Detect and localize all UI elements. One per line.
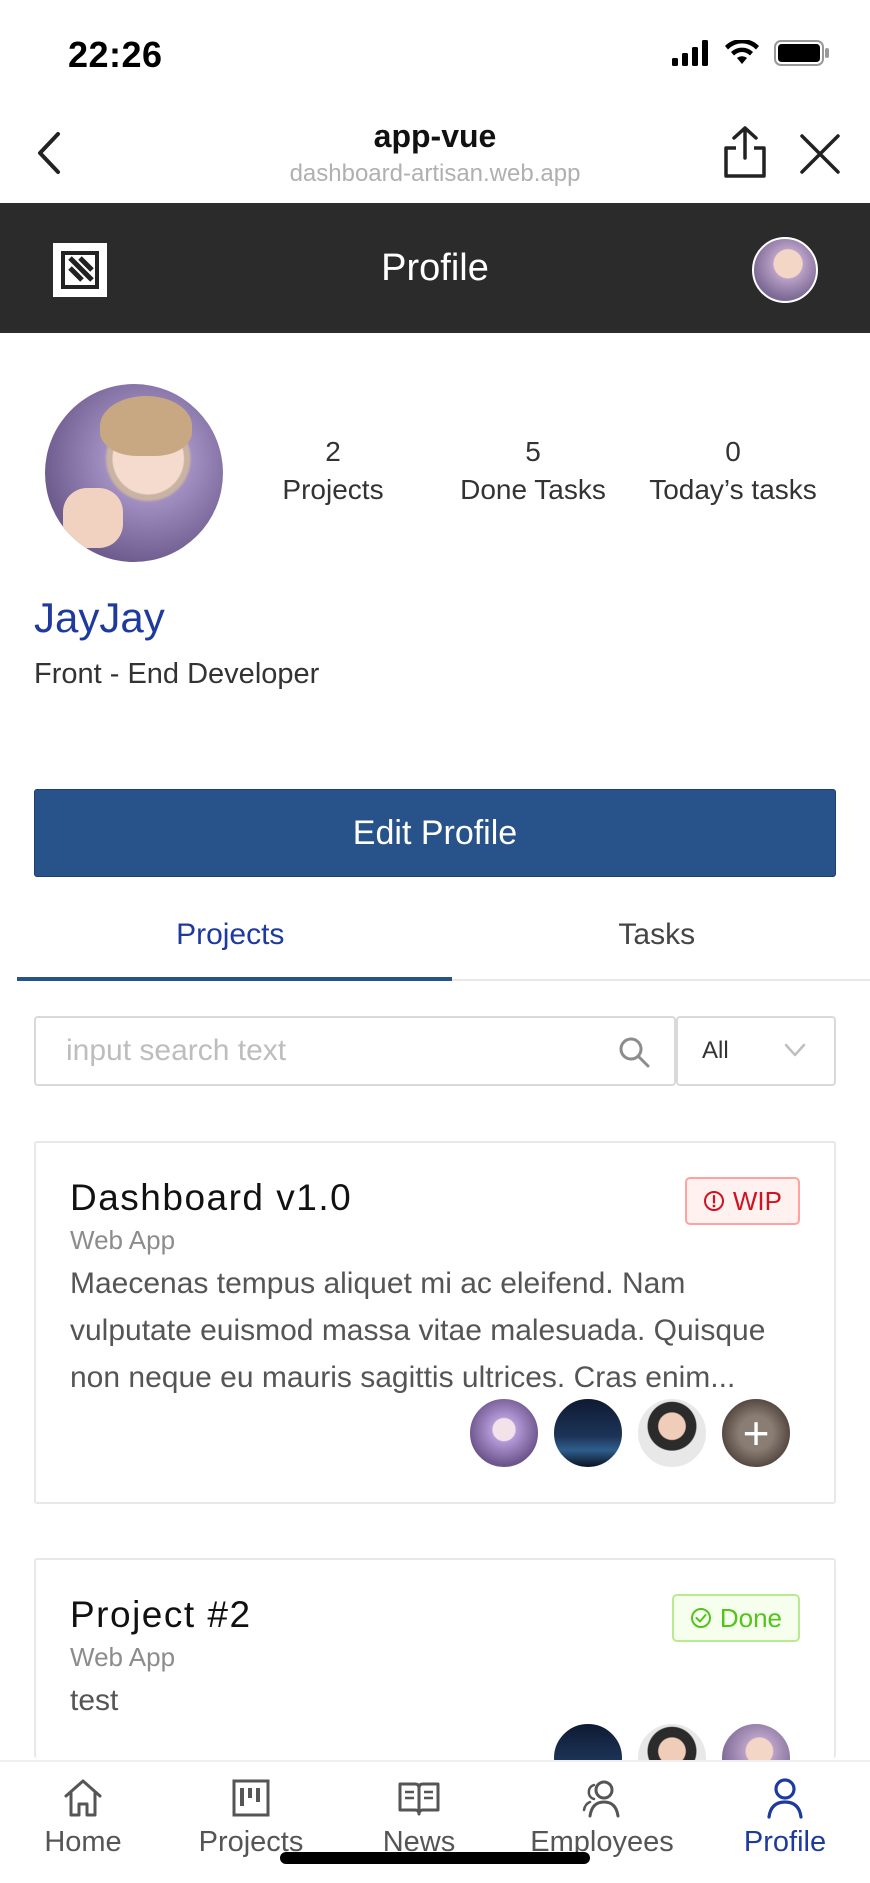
home-indicator	[280, 1852, 590, 1864]
member-avatar[interactable]	[552, 1397, 624, 1469]
project-type: Web App	[70, 1642, 176, 1672]
profile-avatar	[45, 384, 223, 562]
profile-stats: 2 Projects 5 Done Tasks 0 Today’s tasks	[233, 434, 833, 510]
search-input[interactable]	[66, 1018, 606, 1084]
browser-bar: app-vue dashboard-artisan.web.app	[0, 100, 870, 203]
stat-value: 5	[525, 436, 541, 467]
bottom-nav: Home Projects News Employees Profile	[0, 1760, 870, 1883]
member-avatar[interactable]	[468, 1397, 540, 1469]
chevron-down-icon	[784, 1043, 806, 1057]
stat-todays-tasks: 0 Today’s tasks	[633, 434, 833, 510]
nav-item-employees[interactable]: Employees	[517, 1776, 687, 1859]
search-box	[34, 1016, 676, 1086]
filter-value: All	[702, 1037, 729, 1064]
share-icon[interactable]	[720, 124, 770, 180]
profile-role: Front - End Developer	[34, 658, 320, 690]
status-filter-select[interactable]: All	[676, 1016, 836, 1086]
status-icons	[672, 40, 830, 66]
profile-tabs: Projects Tasks	[17, 905, 870, 981]
project-card[interactable]: Dashboard v1.0 WIP Web App Maecenas temp…	[34, 1141, 836, 1504]
people-icon	[582, 1780, 620, 1818]
nav-item-profile[interactable]: Profile	[700, 1776, 870, 1859]
header-avatar[interactable]	[752, 237, 818, 303]
stat-done-tasks: 5 Done Tasks	[433, 434, 633, 510]
wifi-icon	[725, 40, 759, 64]
stat-label: Done Tasks	[460, 474, 606, 505]
member-avatar[interactable]	[636, 1397, 708, 1469]
status-badge-done: Done	[671, 1594, 800, 1642]
status-bar: 22:26	[0, 0, 870, 100]
profile-name: JayJay	[34, 594, 165, 641]
signal-icon	[672, 40, 708, 66]
stat-label: Projects	[282, 474, 384, 505]
status-badge-label: Done	[719, 1602, 782, 1633]
edit-profile-button[interactable]: Edit Profile	[34, 789, 836, 877]
user-icon	[767, 1778, 803, 1819]
project-members: +	[468, 1397, 792, 1469]
exclamation-circle-icon	[703, 1191, 724, 1211]
app-header: Profile	[0, 203, 870, 333]
active-tab-indicator	[17, 977, 452, 981]
nav-label: Home	[44, 1826, 122, 1858]
nav-label: Profile	[743, 1826, 827, 1858]
project-description: test	[70, 1684, 119, 1717]
status-badge-wip: WIP	[684, 1177, 800, 1225]
status-time: 22:26	[68, 34, 163, 75]
project-description: Maecenas tempus aliquet mi ac eleifend. …	[70, 1267, 766, 1394]
stat-projects: 2 Projects	[233, 434, 433, 510]
nav-item-news[interactable]: News	[334, 1776, 504, 1859]
close-icon[interactable]	[798, 132, 842, 176]
kanban-icon	[232, 1779, 270, 1817]
project-title[interactable]: Dashboard v1.0	[70, 1177, 352, 1219]
nav-item-projects[interactable]: Projects	[166, 1776, 336, 1859]
search-icon[interactable]	[618, 1036, 650, 1068]
project-type: Web App	[70, 1225, 176, 1255]
stat-value: 2	[325, 436, 341, 467]
stat-label: Today’s tasks	[649, 474, 817, 505]
tab-tasks[interactable]: Tasks	[444, 905, 870, 979]
project-title[interactable]: Project #2	[70, 1594, 252, 1636]
project-card[interactable]: Project #2 Done Web App test	[34, 1558, 836, 1794]
home-icon	[64, 1779, 102, 1817]
add-member-button[interactable]: +	[720, 1397, 792, 1469]
check-circle-icon	[690, 1608, 711, 1628]
status-badge-label: WIP	[732, 1185, 782, 1216]
battery-icon	[774, 40, 829, 66]
stat-value: 0	[725, 436, 741, 467]
page-title: Profile	[381, 247, 489, 289]
nav-item-home[interactable]: Home	[0, 1776, 168, 1859]
tab-projects[interactable]: Projects	[17, 905, 444, 979]
plus-icon: +	[742, 1407, 770, 1459]
book-icon	[398, 1782, 440, 1816]
